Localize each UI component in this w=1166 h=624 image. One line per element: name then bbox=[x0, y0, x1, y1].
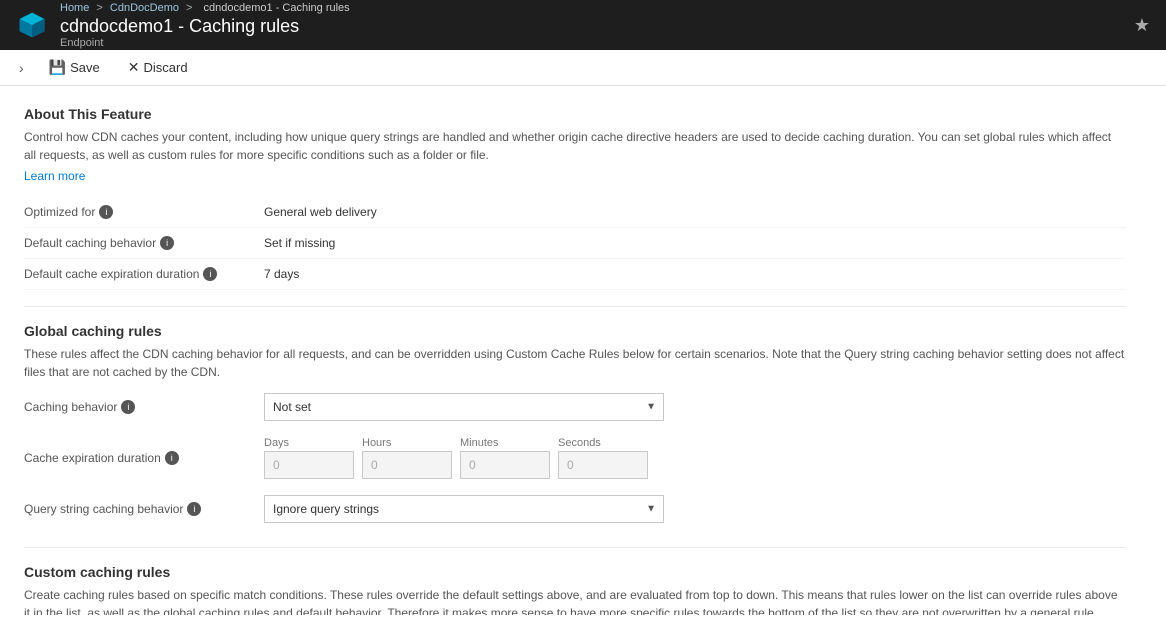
breadcrumb-current: cdndocdemo1 - Caching rules bbox=[204, 2, 350, 14]
divider-2 bbox=[24, 547, 1126, 548]
expiration-info-icon[interactable]: i bbox=[203, 267, 217, 281]
cache-expiration-info-icon[interactable]: i bbox=[165, 451, 179, 465]
save-button[interactable]: 💾 Save bbox=[43, 56, 106, 79]
info-row-default-caching: Default caching behavior i Set if missin… bbox=[24, 228, 1126, 259]
cache-expiration-row: Cache expiration duration i Days Hours bbox=[24, 429, 1126, 487]
cdn-icon bbox=[16, 9, 48, 41]
seconds-label: Seconds bbox=[558, 437, 648, 449]
breadcrumb-home[interactable]: Home bbox=[60, 2, 89, 14]
duration-fields: Days Hours Minutes Seconds bbox=[264, 437, 664, 479]
discard-button[interactable]: ✕ Discard bbox=[122, 56, 194, 79]
seconds-input[interactable] bbox=[558, 451, 648, 479]
caching-behavior-select-wrapper: Not set Bypass cache Override Set if mis… bbox=[264, 393, 664, 421]
info-grid: Optimized for i General web delivery Def… bbox=[24, 197, 1126, 290]
caching-behavior-row: Caching behavior i Not set Bypass cache … bbox=[24, 385, 1126, 429]
header-subtitle: Endpoint bbox=[60, 37, 354, 49]
default-caching-info-icon[interactable]: i bbox=[160, 236, 174, 250]
days-input[interactable] bbox=[264, 451, 354, 479]
query-string-select[interactable]: Ignore query strings Bypass caching for … bbox=[264, 495, 664, 523]
default-caching-label: Default caching behavior bbox=[24, 236, 156, 250]
collapse-sidebar-btn[interactable]: › bbox=[16, 57, 27, 79]
optimized-label: Optimized for bbox=[24, 205, 95, 219]
optimized-info-icon[interactable]: i bbox=[99, 205, 113, 219]
breadcrumb-sep2: > bbox=[186, 2, 195, 14]
about-section: About This Feature Control how CDN cache… bbox=[24, 106, 1126, 197]
learn-more-link[interactable]: Learn more bbox=[24, 169, 85, 183]
days-field: Days bbox=[264, 437, 354, 479]
hours-label: Hours bbox=[362, 437, 452, 449]
breadcrumb-sep1: > bbox=[96, 2, 105, 14]
expiration-value: 7 days bbox=[264, 267, 299, 281]
discard-icon: ✕ bbox=[128, 59, 140, 76]
save-icon: 💾 bbox=[49, 59, 66, 76]
caching-behavior-label: Caching behavior bbox=[24, 400, 117, 414]
hours-field: Hours bbox=[362, 437, 452, 479]
optimized-value: General web delivery bbox=[264, 205, 377, 219]
caching-behavior-select[interactable]: Not set Bypass cache Override Set if mis… bbox=[264, 393, 664, 421]
cache-expiration-label: Cache expiration duration bbox=[24, 451, 161, 465]
custom-desc: Create caching rules based on specific m… bbox=[24, 586, 1126, 615]
header-title: cdndocdemo1 - Caching rules bbox=[60, 16, 354, 37]
about-title: About This Feature bbox=[24, 106, 1126, 122]
info-row-expiration: Default cache expiration duration i 7 da… bbox=[24, 259, 1126, 290]
minutes-label: Minutes bbox=[460, 437, 550, 449]
custom-title: Custom caching rules bbox=[24, 564, 1126, 580]
days-label: Days bbox=[264, 437, 354, 449]
custom-section: Custom caching rules Create caching rule… bbox=[24, 564, 1126, 615]
query-string-select-wrapper: Ignore query strings Bypass caching for … bbox=[264, 495, 664, 523]
global-desc: These rules affect the CDN caching behav… bbox=[24, 345, 1126, 381]
query-string-label: Query string caching behavior bbox=[24, 502, 183, 516]
minutes-field: Minutes bbox=[460, 437, 550, 479]
save-label: Save bbox=[70, 60, 100, 75]
query-string-row: Query string caching behavior i Ignore q… bbox=[24, 487, 1126, 531]
divider-1 bbox=[24, 306, 1126, 307]
default-caching-value: Set if missing bbox=[264, 236, 335, 250]
seconds-field: Seconds bbox=[558, 437, 648, 479]
discard-label: Discard bbox=[143, 60, 187, 75]
caching-behavior-info-icon[interactable]: i bbox=[121, 400, 135, 414]
breadcrumb-parent[interactable]: CdnDocDemo bbox=[110, 2, 179, 14]
about-desc: Control how CDN caches your content, inc… bbox=[24, 128, 1126, 164]
global-section: Global caching rules These rules affect … bbox=[24, 323, 1126, 381]
info-row-optimized: Optimized for i General web delivery bbox=[24, 197, 1126, 228]
expiration-label: Default cache expiration duration bbox=[24, 267, 199, 281]
minutes-input[interactable] bbox=[460, 451, 550, 479]
hours-input[interactable] bbox=[362, 451, 452, 479]
query-string-info-icon[interactable]: i bbox=[187, 502, 201, 516]
global-title: Global caching rules bbox=[24, 323, 1126, 339]
pin-icon[interactable]: ★ bbox=[1134, 15, 1150, 36]
